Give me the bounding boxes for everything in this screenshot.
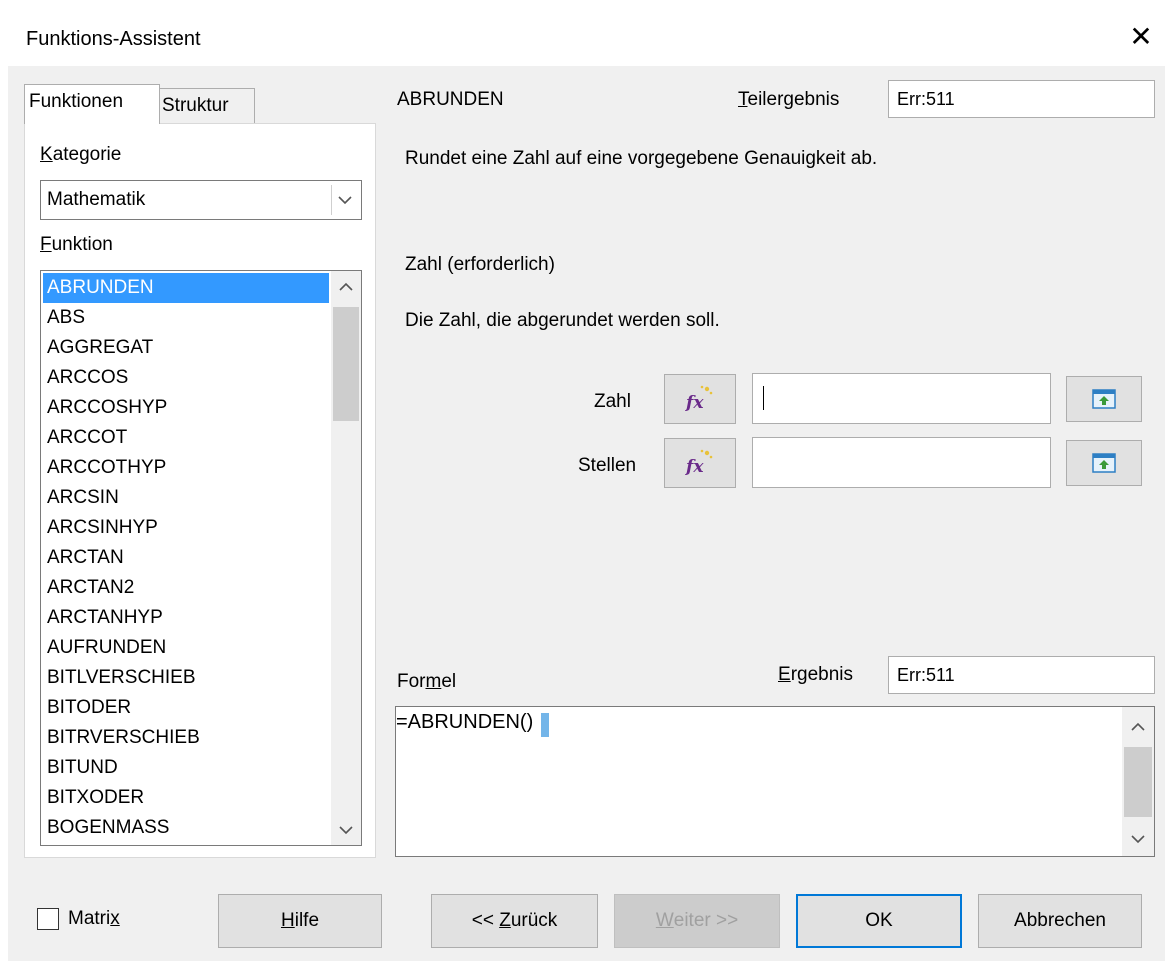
function-label-rest: unktion xyxy=(51,234,113,255)
matrix-label-a: Matri xyxy=(68,908,111,929)
category-dropdown[interactable]: Mathematik xyxy=(40,180,362,220)
tab-struktur[interactable]: Struktur xyxy=(160,88,255,124)
function-list-item[interactable]: BOGENMASS xyxy=(43,813,329,843)
back-button[interactable]: << Zurück xyxy=(431,894,598,948)
function-list-item[interactable]: ARCCOS xyxy=(43,363,329,393)
shrink-dialog-icon xyxy=(1092,389,1116,409)
back-mnemonic: Z xyxy=(499,910,511,931)
partial-result-label-rest: eilergebnis xyxy=(747,89,840,110)
formula-caret xyxy=(541,713,549,737)
argument-title: Zahl (erforderlich) xyxy=(405,254,555,275)
chevron-down-icon[interactable] xyxy=(1122,824,1154,856)
function-list-item[interactable]: AGGREGAT xyxy=(43,333,329,363)
argument-label-stellen: Stellen xyxy=(578,455,637,476)
function-list-item[interactable]: ARCTAN2 xyxy=(43,573,329,603)
function-list-item[interactable]: BITODER xyxy=(43,693,329,723)
formula-label-b: el xyxy=(441,671,457,692)
chevron-down-icon[interactable] xyxy=(331,815,361,845)
category-selected-value: Mathematik xyxy=(47,189,146,210)
function-list-item[interactable]: AUFRUNDEN xyxy=(43,633,329,663)
matrix-label-mnemonic: x xyxy=(110,908,120,929)
function-name: ABRUNDEN xyxy=(397,89,504,110)
next-label-rest: eiter >> xyxy=(673,910,739,931)
back-label-a: << xyxy=(471,910,500,931)
function-list-item[interactable]: ARCCOT xyxy=(43,423,329,453)
function-list-item[interactable]: BITRVERSCHIEB xyxy=(43,723,329,753)
category-label-mnemonic: K xyxy=(40,144,53,165)
function-list-item[interactable]: BITLVERSCHIEB xyxy=(43,663,329,693)
function-wizard-icon: fx xyxy=(685,449,713,477)
formula-scrollbar[interactable] xyxy=(1122,707,1154,856)
function-list-item[interactable]: ARCTANHYP xyxy=(43,603,329,633)
cancel-button[interactable]: Abbrechen xyxy=(978,894,1142,948)
back-label-rest: urück xyxy=(510,910,558,931)
window-title: Funktions-Assistent xyxy=(26,28,201,50)
partial-result-mnemonic: T xyxy=(738,89,748,110)
next-mnemonic: W xyxy=(655,910,674,931)
chevron-down-icon[interactable] xyxy=(331,185,357,215)
function-list-item[interactable]: BITXODER xyxy=(43,783,329,813)
zahl-shrink-button[interactable] xyxy=(1066,376,1142,422)
stellen-function-wizard-button[interactable]: fx xyxy=(664,438,736,488)
chevron-up-icon[interactable] xyxy=(331,271,361,301)
function-list-item[interactable]: ARCCOTHYP xyxy=(43,453,329,483)
result-label: Ergebnis xyxy=(778,664,853,686)
function-label-mnemonic: F xyxy=(40,234,52,255)
scrollbar-thumb[interactable] xyxy=(1124,747,1152,817)
function-list-scrollbar[interactable] xyxy=(331,271,361,845)
ok-button[interactable]: OK xyxy=(796,894,962,948)
partial-result-value: Err:511 xyxy=(888,80,1155,118)
close-icon[interactable]: ✕ xyxy=(1126,22,1156,52)
result-value: Err:511 xyxy=(888,656,1155,694)
stellen-shrink-button[interactable] xyxy=(1066,440,1142,486)
formula-editor[interactable]: =ABRUNDEN() xyxy=(395,706,1155,857)
function-list-item[interactable]: ARCTAN xyxy=(43,543,329,573)
help-mnemonic: H xyxy=(280,910,295,931)
function-list-item[interactable]: ARCSINHYP xyxy=(43,513,329,543)
zahl-input[interactable] xyxy=(752,373,1051,424)
function-list-item[interactable]: ARCSIN xyxy=(43,483,329,513)
function-list-item[interactable]: ABS xyxy=(43,303,329,333)
scrollbar-thumb[interactable] xyxy=(333,307,359,421)
partial-result-label: Teilergebnis xyxy=(738,89,839,111)
matrix-label[interactable]: Matrix xyxy=(68,908,120,930)
tab-funktionen[interactable]: Funktionen xyxy=(24,84,160,124)
formula-label-mnemonic: m xyxy=(425,671,442,692)
function-list-item[interactable]: BITUND xyxy=(43,753,329,783)
result-label-mnemonic: E xyxy=(778,664,791,685)
chevron-up-icon[interactable] xyxy=(1122,707,1154,743)
result-label-rest: rgebnis xyxy=(790,664,854,685)
text-cursor xyxy=(763,386,764,410)
argument-label-zahl: Zahl xyxy=(594,391,631,412)
matrix-checkbox[interactable] xyxy=(37,908,59,930)
stellen-input[interactable] xyxy=(752,437,1051,488)
shrink-dialog-icon xyxy=(1092,453,1116,473)
argument-description: Die Zahl, die abgerundet werden soll. xyxy=(405,310,720,331)
formula-label-a: For xyxy=(397,671,426,692)
function-list-item[interactable]: ABRUNDEN xyxy=(43,273,329,303)
formula-label: Formel xyxy=(397,671,456,693)
help-button[interactable]: Hilfe xyxy=(218,894,382,948)
function-list-item[interactable]: ARCCOSHYP xyxy=(43,393,329,423)
svg-text:fx: fx xyxy=(685,457,704,477)
svg-text:fx: fx xyxy=(685,393,704,413)
function-wizard-icon: fx xyxy=(685,385,713,413)
function-list[interactable]: ABRUNDEN ABS AGGREGAT ARCCOS ARCCOSHYP ARCCOT… xyxy=(40,270,362,846)
help-label-rest: ilfe xyxy=(294,910,320,931)
category-label: Kategorie xyxy=(40,144,121,166)
zahl-function-wizard-button[interactable]: fx xyxy=(664,374,736,424)
function-description: Rundet eine Zahl auf eine vorgegebene Ge… xyxy=(405,148,878,169)
formula-text: =ABRUNDEN() xyxy=(396,711,534,733)
function-label: Funktion xyxy=(40,234,113,256)
next-button[interactable]: Weiter >> xyxy=(614,894,780,948)
category-label-rest: ategorie xyxy=(52,144,122,165)
